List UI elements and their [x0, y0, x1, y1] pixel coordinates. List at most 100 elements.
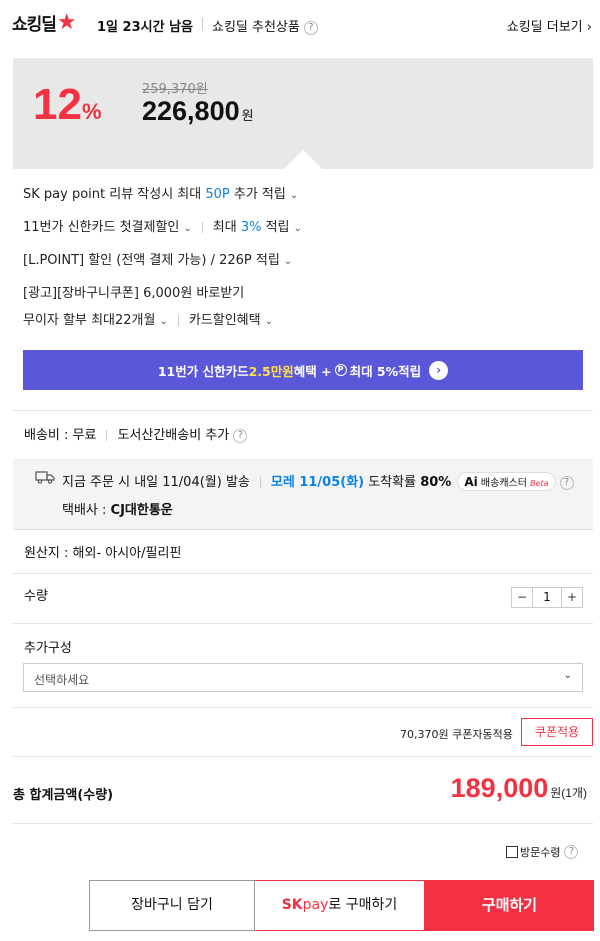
banner-highlight: 2.5만원 [248, 363, 294, 379]
arrival-date: 모레 11/05(화) [270, 475, 365, 490]
sk-label: SK [281, 897, 303, 913]
chevron-down-icon: ⌄ [289, 190, 299, 201]
arrow-right-icon: › [429, 360, 449, 380]
apply-coupon-button[interactable]: 쿠폰적용 [521, 718, 593, 746]
percent-sign: % [81, 99, 102, 124]
sale-price-value: 226,800 [142, 96, 240, 126]
divider [106, 430, 108, 441]
skpay-points: 50P [205, 187, 230, 202]
purchase-buttons: 장바구니 담기 SKpay로 구매하기 구매하기 [89, 880, 594, 931]
quantity-input[interactable]: 1 [532, 588, 562, 607]
ad-coupon-link[interactable]: [광고][장바구니쿠폰] 6,000원 바로받기 [23, 282, 244, 301]
visit-pickup-label: 방문수령 [520, 846, 561, 859]
chevron-down-icon: ⌄ [264, 316, 273, 327]
header: 쇼킹딜 ★ 1일 23시간 남음 쇼킹딜 추천상품? 쇼킹딜 더보기 › [0, 0, 600, 50]
chevron-down-icon: ⌄ [293, 223, 302, 234]
arrival-probability: 80% [420, 475, 452, 490]
max-text: 최대 [212, 220, 241, 235]
quantity-stepper: − 1 + [511, 587, 583, 608]
lpoint-text: [L.POINT] 할인 (전액 결제 가능) / 226P 적립 [23, 253, 280, 268]
chevron-down-icon: ⌄ [159, 316, 168, 327]
remote-shipping-text: 도서산간배송비 추가 [117, 428, 230, 443]
divider [13, 623, 593, 624]
increment-button[interactable]: + [562, 588, 582, 607]
banner-mid: 혜택 + [293, 363, 332, 379]
divider [13, 410, 593, 411]
divider [13, 823, 593, 824]
divider [13, 573, 593, 574]
pay-label: pay [302, 897, 329, 913]
addon-select[interactable]: 선택하세요 ⌄ [23, 663, 583, 692]
coupon-auto-text: 70,370원 쿠폰자동적용 [400, 728, 513, 741]
divider [13, 707, 593, 708]
delivery-info-box: 지금 주문 시 내일 11/04(월) 발송 모레 11/05(화) 도착확률 8… [13, 459, 593, 529]
original-price: 259,370원 [142, 82, 208, 97]
divider [13, 529, 593, 530]
shipping-fee-text: 배송비 : 무료 [24, 428, 97, 443]
ai-text: 배송캐스터 [480, 478, 527, 489]
banner-post: 최대 5%적립 [349, 363, 422, 379]
max-rate: 3% [240, 220, 262, 235]
total-amount-value: 189,000 [450, 773, 549, 803]
chevron-down-icon: ⌄ [563, 670, 572, 681]
total-unit: 원(1개) [550, 786, 587, 800]
divider [259, 477, 261, 488]
help-icon[interactable]: ? [559, 475, 574, 490]
arrival-text: 도착확률 [364, 475, 421, 490]
total-amount: 189,000 원(1개) [451, 773, 587, 804]
shipping-fee: 배송비 : 무료 도서산간배송비 추가? [24, 424, 248, 443]
banner-text: 11번가 신한카드 [157, 363, 249, 379]
star-icon: ★ [56, 9, 77, 35]
shinhan-text: 11번가 신한카드 첫결제할인 [23, 220, 180, 235]
chevron-down-icon: ⌄ [183, 223, 192, 234]
won-unit: 원 [241, 108, 254, 123]
shinhan-card-banner[interactable]: 11번가 신한카드 2.5만원 혜택 + P 최대 5%적립 › [23, 350, 583, 390]
decrement-button[interactable]: − [512, 588, 532, 607]
more-text: 쇼킹딜 더보기 [506, 20, 583, 35]
ai-delivery-caster-badge[interactable]: Ai 배송캐스터 Beta [457, 472, 556, 491]
visit-pickup[interactable]: 방문수령 ? [506, 844, 579, 860]
help-icon[interactable]: ? [564, 845, 579, 859]
skpay-benefit[interactable]: SK pay point 리뷰 작성시 최대 50P 추가 적립 ⌄ [23, 183, 298, 202]
point-icon: P [334, 364, 347, 376]
help-icon[interactable]: ? [303, 20, 318, 35]
price-box: 12% 259,370원 226,800 원 [13, 58, 593, 170]
installment-text: 무이자 할부 최대22개월 [23, 313, 156, 328]
courier-info: 택배사 : CJ대한통운 [62, 499, 173, 518]
card-benefit-text: 카드할인혜택 [188, 313, 261, 328]
divider [202, 18, 203, 31]
buy-now-button[interactable]: 구매하기 [425, 880, 594, 931]
chevron-down-icon: ⌄ [283, 256, 293, 267]
origin-info: 원산지 : 해외- 아시아/필리핀 [24, 546, 182, 561]
sk-pay-buy-button[interactable]: SKpay로 구매하기 [255, 880, 425, 931]
skpay-post: 추가 적립 [229, 187, 286, 202]
installment-benefit[interactable]: 무이자 할부 최대22개월 ⌄ 카드할인혜택 ⌄ [23, 309, 273, 328]
lpoint-benefit[interactable]: [L.POINT] 할인 (전액 결제 가능) / 226P 적립 ⌄ [23, 249, 292, 268]
addon-label: 추가구성 [24, 641, 72, 656]
beta-label: Beta [530, 479, 549, 488]
sale-price: 226,800 원 [142, 96, 254, 127]
logo-text: 쇼킹딜 [12, 15, 57, 35]
divider [13, 756, 593, 757]
skpay-text: SK pay point 리뷰 작성시 최대 [23, 187, 206, 202]
shocking-deal-logo[interactable]: 쇼킹딜 ★ [12, 9, 77, 35]
deal-timer: 1일 23시간 남음 [97, 20, 193, 35]
shinhan-benefit[interactable]: 11번가 신한카드 첫결제할인 ⌄ 최대 3% 적립 ⌄ [23, 216, 302, 235]
recommend-text: 쇼킹딜 추천상품 [212, 20, 300, 35]
chevron-right-icon: › [582, 20, 592, 35]
ai-label: Ai [464, 475, 478, 489]
add-to-cart-button[interactable]: 장바구니 담기 [89, 880, 255, 931]
total-label: 총 합계금액(수량) [13, 788, 114, 803]
courier-name: CJ대한통운 [110, 503, 173, 518]
quantity-label: 수량 [24, 589, 48, 604]
visit-pickup-checkbox[interactable] [506, 846, 518, 858]
divider [177, 315, 179, 326]
ad-coupon-text: [광고][장바구니쿠폰] 6,000원 바로받기 [23, 286, 245, 301]
delivery-estimate: 지금 주문 시 내일 11/04(월) 발송 모레 11/05(화) 도착확률 8… [62, 471, 574, 491]
shocking-deal-more-link[interactable]: 쇼킹딜 더보기 › [507, 16, 592, 35]
discount-rate: 12% [33, 80, 102, 130]
courier-label: 택배사 : [62, 503, 111, 518]
divider [201, 222, 203, 233]
dispatch-text: 지금 주문 시 내일 11/04(월) 발송 [62, 475, 250, 490]
help-icon[interactable]: ? [233, 428, 248, 443]
